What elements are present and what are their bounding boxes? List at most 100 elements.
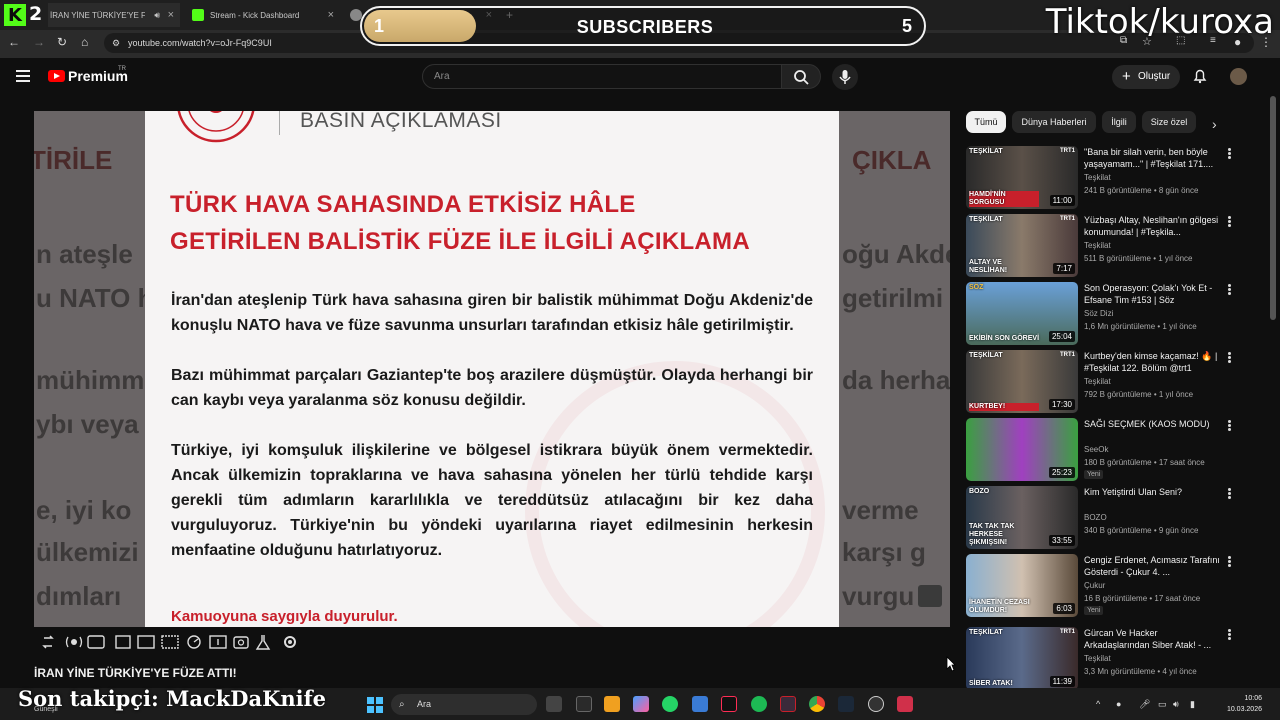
recommended-video[interactable]: TEŞKİLAT TRT1 ALTAY VE NESLİHAN! 7:17 Yü… — [966, 214, 1266, 278]
more-options-icon[interactable] — [1228, 629, 1231, 640]
home-icon[interactable]: ⌂ — [81, 35, 88, 49]
app-icon[interactable] — [780, 696, 796, 712]
chip-world-news[interactable]: Dünya Haberleri — [1012, 111, 1096, 133]
account-avatar[interactable] — [1230, 68, 1247, 85]
hamburger-menu-icon[interactable] — [16, 70, 30, 82]
site-info-icon[interactable]: ⚙︎ — [112, 33, 120, 53]
video-thumbnail[interactable]: TEŞKİLAT TRT1 HAMDİ'NİN SORGUSU 11:00 — [966, 146, 1078, 209]
steam-icon[interactable] — [838, 696, 854, 712]
video-title[interactable]: SAĞI SEÇMEK (KAOS MODU) — [1084, 418, 1224, 442]
more-options-icon[interactable] — [1228, 488, 1231, 499]
video-title[interactable]: "Bana bir silah verin, ben böyle yaşayam… — [1084, 146, 1224, 170]
sidebar-scrollbar[interactable] — [1270, 96, 1276, 320]
recommended-video[interactable]: TEŞKİLAT TRT1 HAMDİ'NİN SORGUSU 11:00 "B… — [966, 146, 1266, 210]
video-title[interactable]: Kim Yetiştirdi Ulan Seni? — [1084, 486, 1224, 510]
voice-search-button[interactable] — [832, 64, 858, 90]
flask-icon[interactable] — [255, 635, 271, 650]
more-options-icon[interactable] — [1228, 284, 1231, 295]
more-options-icon[interactable] — [1228, 352, 1231, 363]
video-thumbnail[interactable]: İHANETİN CEZASI ÖLÜMDÜR! 6:03 — [966, 554, 1078, 617]
tiktok-icon[interactable] — [721, 696, 737, 712]
search-button[interactable] — [781, 64, 821, 89]
battery-icon[interactable]: ▮ — [1190, 699, 1195, 710]
copilot-icon[interactable] — [633, 696, 649, 712]
recommended-video[interactable]: SÖZ EKİBİN SON GÖREVİ 25:04 Son Operasyo… — [966, 282, 1266, 346]
whatsapp-icon[interactable] — [662, 696, 678, 712]
clock-time[interactable]: 10:06 — [1244, 695, 1262, 702]
recommended-video[interactable]: TEŞKİLAT TRT1 KURTBEY! 17:30 Kurtbey'den… — [966, 350, 1266, 414]
obs-icon[interactable] — [868, 696, 884, 712]
subscriber-goal-overlay: 1 SUBSCRIBERS 5 — [360, 6, 926, 46]
channel-name[interactable]: Teşkilat — [1084, 173, 1111, 182]
windows-start-icon[interactable] — [367, 697, 383, 713]
video-thumbnail[interactable]: 25:23 — [966, 418, 1078, 481]
video-thumbnail[interactable]: BOZO TAK TAK TAK HERKESE ŞIKMIŞSIN! 33:5… — [966, 486, 1078, 549]
recommended-video[interactable]: BOZO TAK TAK TAK HERKESE ŞIKMIŞSIN! 33:5… — [966, 486, 1266, 550]
close-icon[interactable]: × — [168, 9, 174, 21]
video-title[interactable]: Son Operasyon: Çolak'ı Yok Et - Efsane T… — [1084, 282, 1224, 306]
channel-name[interactable]: Söz Dizi — [1084, 309, 1113, 318]
search-input[interactable]: Ara — [422, 64, 782, 89]
video-thumbnail[interactable]: SÖZ EKİBİN SON GÖREVİ 25:04 — [966, 282, 1078, 345]
audio-icon[interactable] — [65, 636, 83, 648]
video-title[interactable]: Gürcan Ve Hacker Arkadaşlarından Siber A… — [1084, 627, 1224, 651]
spotify-icon[interactable] — [751, 696, 767, 712]
more-options-icon[interactable] — [1228, 148, 1231, 159]
chrome-icon[interactable] — [809, 696, 825, 712]
channel-name[interactable]: Çukur — [1084, 581, 1105, 590]
network-icon[interactable]: ▭ — [1158, 699, 1167, 710]
video-title[interactable]: Kurtbey'den kimse kaçamaz! 🔥 | #Teşkilat… — [1084, 350, 1224, 374]
tray-chevron-icon[interactable]: ^ — [1096, 699, 1100, 709]
recommended-video[interactable]: İHANETİN CEZASI ÖLÜMDÜR! 6:03 Cengiz Erd… — [966, 554, 1266, 618]
camera-icon[interactable] — [233, 636, 249, 649]
tray-app-icon[interactable]: ● — [1116, 699, 1121, 709]
volume-icon[interactable]: 🔊︎ — [1173, 699, 1179, 710]
video-thumbnail[interactable]: TEŞKİLAT TRT1 SİBER ATAK! 11:39 — [966, 627, 1078, 690]
recommended-video[interactable]: 25:23 SAĞI SEÇMEK (KAOS MODU) SeeOk 180 … — [966, 418, 1266, 482]
chapters-icon[interactable] — [115, 635, 131, 649]
microphone-icon[interactable]: 🎤︎ — [1139, 699, 1150, 710]
task-view-icon[interactable] — [546, 696, 562, 712]
forward-icon[interactable]: → — [33, 35, 45, 49]
reload-icon[interactable]: ↻ — [57, 35, 67, 49]
notifications-bell-icon[interactable] — [1191, 67, 1209, 85]
chip-all[interactable]: Tümü — [966, 111, 1006, 133]
tab-kick-dashboard[interactable]: Stream - Kick Dashboard × — [190, 3, 340, 27]
recommended-video[interactable]: TEŞKİLAT TRT1 SİBER ATAK! 11:39 Gürcan V… — [966, 627, 1266, 691]
clip-icon[interactable] — [209, 635, 227, 649]
video-title[interactable]: Yüzbaşı Altay, Neslihan'ın gölgesi konum… — [1084, 214, 1224, 238]
channel-name[interactable]: Teşkilat — [1084, 377, 1111, 386]
chip-for-you[interactable]: Size özel — [1142, 111, 1196, 133]
channel-name[interactable]: Teşkilat — [1084, 241, 1111, 250]
pip-icon[interactable] — [918, 585, 942, 607]
more-options-icon[interactable] — [1228, 216, 1231, 227]
taskbar-search-input[interactable]: ⌕ Ara — [391, 694, 537, 715]
channel-name[interactable]: BOZO — [1084, 513, 1107, 522]
captions-icon[interactable] — [161, 635, 179, 649]
create-button[interactable]: + Oluştur — [1112, 65, 1180, 89]
back-icon[interactable]: ← — [8, 35, 20, 49]
store-icon[interactable] — [692, 696, 708, 712]
video-title: İRAN YİNE TÜRKİYE'YE FÜZE ATTI! — [34, 666, 237, 680]
video-thumbnail[interactable]: TEŞKİLAT TRT1 KURTBEY! 17:30 — [966, 350, 1078, 413]
more-options-icon[interactable] — [1228, 556, 1231, 567]
chevron-right-icon[interactable]: › — [1212, 116, 1217, 132]
channel-name[interactable]: Teşkilat — [1084, 654, 1111, 663]
speed-icon[interactable] — [187, 635, 201, 649]
subtitles-icon[interactable] — [87, 635, 105, 649]
screenshot-icon[interactable] — [137, 635, 155, 649]
youtube-logo-icon[interactable] — [48, 70, 65, 82]
clock-date[interactable]: 10.03.2026 — [1227, 706, 1262, 713]
settings-gear-icon[interactable] — [284, 636, 296, 648]
video-thumbnail[interactable]: TEŞKİLAT TRT1 ALTAY VE NESLİHAN! 7:17 — [966, 214, 1078, 277]
epic-games-icon[interactable] — [576, 696, 592, 712]
more-options-icon[interactable] — [1228, 420, 1231, 431]
video-title[interactable]: Cengiz Erdenet, Acımasız Tarafını Göster… — [1084, 554, 1224, 578]
app-icon[interactable] — [897, 696, 913, 712]
tab-video[interactable]: İRAN YİNE TÜRKİYE'YE FÜZE 🔊︎ × — [48, 3, 180, 27]
chip-related[interactable]: İlgili — [1102, 111, 1136, 133]
channel-name[interactable]: SeeOk — [1084, 445, 1108, 454]
close-icon[interactable]: × — [328, 9, 334, 21]
app-icon[interactable] — [604, 696, 620, 712]
loop-icon[interactable] — [42, 635, 54, 649]
